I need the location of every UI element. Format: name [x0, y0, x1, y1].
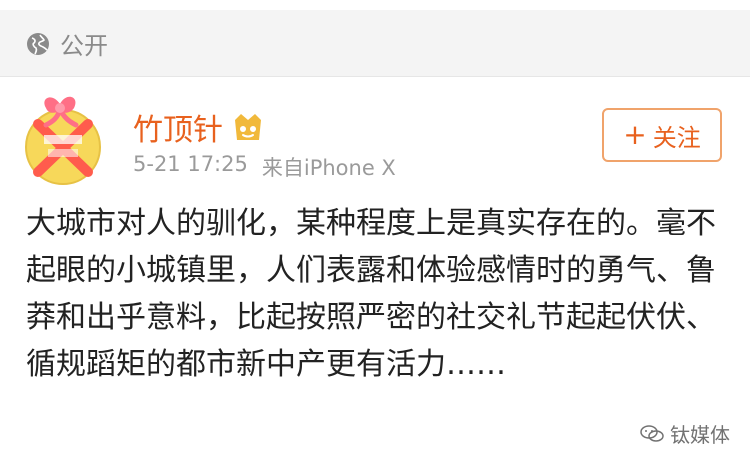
- globe-icon: [27, 32, 49, 55]
- post-text: 大城市对人的驯化，某种程度上是真实存在的。毫不起眼的小城镇里，人们表露和体验感情…: [26, 206, 716, 382]
- visibility-label: 公开: [60, 32, 108, 60]
- visibility-indicator: 公开: [26, 26, 108, 61]
- vip-yellow-badge-icon: [235, 114, 261, 140]
- follow-label: 关注: [652, 123, 701, 152]
- author-name-text[interactable]: 竹顶针: [133, 105, 223, 149]
- watermark: 钛媒体: [640, 419, 730, 448]
- watermark-label: 钛媒体: [670, 423, 730, 447]
- post-meta: 5-21 17:25 来自iPhone X: [133, 152, 396, 182]
- visibility-bar: 公开: [0, 0, 750, 77]
- follow-button[interactable]: + 关注: [602, 108, 722, 162]
- post-timestamp: 5-21 17:25: [133, 152, 248, 176]
- wechat-icon: [640, 424, 664, 442]
- top-stripe: [0, 0, 750, 10]
- author-name[interactable]: 竹顶针: [133, 105, 265, 149]
- post-source: 来自iPhone X: [261, 156, 396, 180]
- user-avatar[interactable]: [24, 90, 102, 186]
- plus-icon: +: [623, 118, 647, 151]
